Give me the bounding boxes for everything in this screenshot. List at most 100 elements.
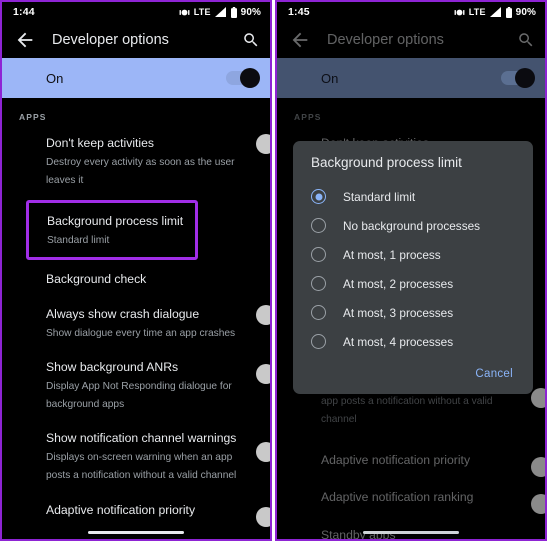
radio-option-label: At most, 4 processes bbox=[343, 334, 454, 349]
switch-thumb bbox=[515, 68, 535, 88]
vibrate-icon bbox=[179, 9, 190, 15]
switch-thumb bbox=[531, 388, 545, 408]
list-item[interactable]: Background check bbox=[2, 264, 270, 294]
section-header-apps: APPS bbox=[294, 112, 322, 122]
switch-thumb bbox=[256, 507, 270, 527]
radio-option-label: At most, 2 processes bbox=[343, 276, 454, 291]
status-bar: 1:44 LTE 90% bbox=[2, 2, 270, 22]
radio-option-at-most-4-processes[interactable]: At most, 4 processes bbox=[293, 327, 533, 356]
list-item-title: Adaptive notification priority bbox=[321, 453, 471, 467]
radio-button-icon[interactable] bbox=[311, 189, 326, 204]
radio-button-icon[interactable] bbox=[311, 276, 326, 291]
switch-thumb bbox=[531, 494, 545, 514]
list-item-title: Show notification channel warnings bbox=[46, 431, 237, 445]
radio-button-icon[interactable] bbox=[311, 334, 326, 349]
list-item[interactable]: Adaptive notification ranking bbox=[277, 480, 545, 514]
screenshot-stage: 1:44 LTE 90% Developer options On APPS D… bbox=[0, 0, 549, 541]
switch-thumb bbox=[256, 305, 270, 325]
dialog-title: Background process limit bbox=[311, 155, 462, 170]
list-item[interactable]: Show background ANRs Display App Not Res… bbox=[2, 349, 270, 420]
switch-thumb bbox=[256, 364, 270, 384]
battery-icon bbox=[230, 6, 237, 18]
back-arrow-icon[interactable] bbox=[289, 29, 311, 51]
list-item-texts: Don't keep activities Destroy every acti… bbox=[46, 134, 258, 188]
status-time: 1:45 bbox=[288, 6, 310, 18]
switch-thumb bbox=[240, 68, 260, 88]
list-item-texts: Background process limit Standard limit bbox=[47, 212, 195, 248]
list-item-texts: Background check bbox=[46, 270, 258, 288]
radio-button-icon[interactable] bbox=[311, 305, 326, 320]
list-item-title: Background process limit bbox=[47, 214, 184, 228]
list-item-subtitle: Show dialogue every time an app crashes bbox=[46, 328, 236, 339]
radio-button-icon[interactable] bbox=[311, 247, 326, 262]
list-item-texts: app posts a notification without a valid… bbox=[321, 391, 533, 427]
list-item-texts: Adaptive notification priority bbox=[321, 451, 533, 469]
battery-icon bbox=[505, 6, 512, 18]
list-item[interactable]: Standby apps bbox=[277, 518, 545, 541]
radio-option-no-background-processes[interactable]: No background processes bbox=[293, 211, 533, 240]
list-item-subtitle: Destroy every activity as soon as the us… bbox=[46, 157, 235, 186]
list-item[interactable]: Adaptive notification ranking bbox=[2, 527, 270, 539]
status-time: 1:44 bbox=[13, 6, 35, 18]
list-item-title: Adaptive notification ranking bbox=[321, 490, 474, 504]
list-item-subtitle: Standard limit bbox=[47, 235, 110, 246]
list-item-title: Standby apps bbox=[321, 528, 396, 541]
list-item-title: Adaptive notification priority bbox=[46, 503, 196, 517]
signal-icon bbox=[489, 7, 501, 17]
master-toggle-label: On bbox=[321, 70, 339, 86]
list-item-texts: Show notification channel warnings Displ… bbox=[46, 429, 258, 483]
page-title: Developer options bbox=[327, 32, 444, 48]
list-item[interactable]: Don't keep activities Destroy every acti… bbox=[2, 126, 270, 196]
switch-thumb bbox=[256, 442, 270, 462]
radio-option-label: At most, 1 process bbox=[343, 247, 441, 262]
network-type-label: LTE bbox=[468, 7, 486, 17]
list-item[interactable]: Adaptive notification priority bbox=[2, 491, 270, 527]
network-type-label: LTE bbox=[193, 7, 211, 17]
master-toggle-label: On bbox=[46, 70, 64, 86]
developer-options-master-toggle-row[interactable]: On bbox=[2, 58, 270, 98]
master-toggle-switch[interactable] bbox=[501, 68, 535, 88]
radio-option-at-most-3-processes[interactable]: At most, 3 processes bbox=[293, 298, 533, 327]
radio-option-at-most-1-process[interactable]: At most, 1 process bbox=[293, 240, 533, 269]
radio-button-icon[interactable] bbox=[311, 218, 326, 233]
list-item-subtitle: Displays on-screen warning when an app p… bbox=[46, 452, 237, 481]
vibrate-icon bbox=[454, 9, 465, 15]
radio-option-label: No background processes bbox=[343, 218, 481, 233]
radio-option-label: At most, 3 processes bbox=[343, 305, 454, 320]
radio-option-standard-limit[interactable]: Standard limit bbox=[293, 182, 533, 211]
radio-option-at-most-2-processes[interactable]: At most, 2 processes bbox=[293, 269, 533, 298]
section-header-apps: APPS bbox=[19, 112, 47, 122]
cancel-button[interactable]: Cancel bbox=[471, 366, 517, 382]
status-bar: 1:45 LTE 90% bbox=[277, 2, 545, 22]
battery-percent: 90% bbox=[240, 6, 261, 18]
list-item-texts: Adaptive notification priority bbox=[46, 501, 258, 519]
gesture-nav-bar[interactable] bbox=[88, 531, 184, 534]
list-item-title: Always show crash dialogue bbox=[46, 307, 200, 321]
list-item-texts: Always show crash dialogue Show dialogue… bbox=[46, 305, 258, 341]
list-item-title: Show background ANRs bbox=[46, 360, 179, 374]
search-icon[interactable] bbox=[517, 31, 535, 49]
settings-list: APPS Don't keep activities Destroy every… bbox=[2, 98, 270, 539]
list-item[interactable]: Show notification channel warnings Displ… bbox=[2, 420, 270, 491]
master-toggle-switch[interactable] bbox=[226, 68, 260, 88]
status-icons: LTE 90% bbox=[179, 6, 261, 18]
list-item[interactable]: Adaptive notification priority bbox=[277, 443, 545, 477]
search-icon[interactable] bbox=[242, 31, 260, 49]
list-item-texts: Adaptive notification ranking bbox=[46, 537, 258, 539]
app-bar: Developer options bbox=[277, 22, 545, 58]
list-item-background-process-limit[interactable]: Background process limit Standard limit bbox=[26, 200, 198, 260]
list-item-title: Don't keep activities bbox=[46, 136, 155, 150]
status-icons: LTE 90% bbox=[454, 6, 536, 18]
signal-icon bbox=[214, 7, 226, 17]
list-item[interactable]: Always show crash dialogue Show dialogue… bbox=[2, 294, 270, 349]
gesture-nav-bar[interactable] bbox=[363, 531, 459, 534]
list-item-texts: Adaptive notification ranking bbox=[321, 488, 533, 506]
list-item-texts: Show background ANRs Display App Not Res… bbox=[46, 358, 258, 412]
switch-thumb bbox=[531, 457, 545, 477]
switch-thumb bbox=[256, 134, 270, 154]
page-title: Developer options bbox=[52, 32, 169, 48]
list-item-title: Background check bbox=[46, 272, 147, 286]
list-item-subtitle: Display App Not Responding dialogue for … bbox=[46, 381, 232, 410]
developer-options-master-toggle-row[interactable]: On bbox=[277, 58, 545, 98]
back-arrow-icon[interactable] bbox=[14, 29, 36, 51]
